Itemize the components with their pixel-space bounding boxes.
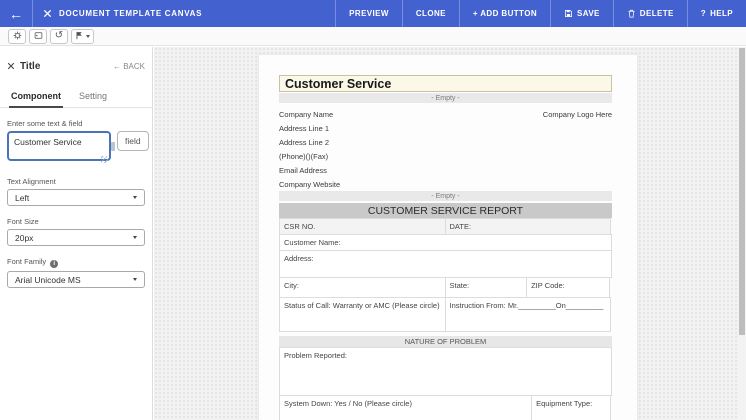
empty-placeholder-component[interactable]: - Empty - <box>279 93 612 103</box>
empty-placeholder-component[interactable]: - Empty - <box>279 191 612 201</box>
city-cell: City: <box>279 277 446 298</box>
address-cell: Address: <box>279 250 612 278</box>
add-button-button[interactable]: + ADD BUTTON <box>459 0 550 27</box>
equipment-type-cell: Equipment Type: <box>531 395 611 420</box>
font-size-label: Font Size <box>7 217 145 226</box>
undo-button[interactable]: ↺ <box>50 29 68 44</box>
font-family-label: Font Familyi <box>7 257 145 268</box>
component-icon <box>7 57 15 75</box>
icon-toolbar: ↺ <box>0 27 746 46</box>
gear-icon <box>13 27 22 45</box>
drag-handle[interactable] <box>111 142 115 151</box>
sidebar-tabs: Component Setting <box>0 87 152 108</box>
status-of-call-cell: Status of Call: Warranty or AMC (Please … <box>279 297 446 332</box>
font-family-select[interactable]: Arial Unicode MS <box>7 271 145 288</box>
tab-component[interactable]: Component <box>9 87 63 108</box>
info-icon[interactable]: i <box>50 260 58 268</box>
device-icon <box>34 27 43 45</box>
flag-icon <box>75 27 84 45</box>
csr-no-cell: CSR NO. <box>279 218 446 235</box>
preview-button[interactable]: PREVIEW <box>335 0 402 27</box>
customer-name-cell: Customer Name: <box>279 234 612 251</box>
report-title-bar[interactable]: CUSTOMER SERVICE REPORT <box>279 203 612 218</box>
back-button[interactable]: ← <box>0 0 33 27</box>
save-icon <box>564 9 573 18</box>
save-button[interactable]: SAVE <box>550 0 613 27</box>
problem-reported-cell: Problem Reported: <box>279 347 612 396</box>
help-icon: ? <box>701 9 706 18</box>
insert-field-button[interactable]: field <box>117 131 149 151</box>
state-cell: State: <box>445 277 528 298</box>
undo-icon: ↺ <box>55 31 63 41</box>
chevron-down-icon <box>133 236 137 239</box>
zip-cell: ZIP Code: <box>526 277 610 298</box>
phone-fax-row[interactable]: (Phone)()(Fax) <box>279 149 612 163</box>
sidebar-back-link[interactable]: ← BACK <box>113 62 145 71</box>
resize-grip-icon[interactable] <box>101 156 108 163</box>
help-button[interactable]: ? HELP <box>687 0 746 27</box>
run-flag-button[interactable] <box>71 29 94 44</box>
instruction-from-cell: Instruction From: Mr._________On________… <box>445 297 612 332</box>
company-name-row[interactable]: Company Name Company Logo Here <box>279 107 612 121</box>
tools-icon <box>43 5 52 23</box>
date-cell: DATE: <box>445 218 612 235</box>
canvas-scrollbar[interactable] <box>738 47 746 420</box>
selected-component-title: Title <box>20 61 40 72</box>
settings-button[interactable] <box>8 29 26 44</box>
device-view-button[interactable] <box>29 29 47 44</box>
company-logo-placeholder[interactable]: Company Logo Here <box>543 110 612 119</box>
doc-title-component[interactable]: Customer Service <box>279 75 612 92</box>
topbar-actions: PREVIEW CLONE + ADD BUTTON SAVE DELETE ?… <box>335 0 746 27</box>
title-text-input[interactable]: Customer Service <box>7 131 111 161</box>
website-row[interactable]: Company Website <box>279 177 612 191</box>
app-title-group: DOCUMENT TEMPLATE CANVAS <box>33 0 212 27</box>
template-canvas: Customer Service - Empty - Company Name … <box>154 47 746 420</box>
back-arrow-icon: ← <box>9 6 23 22</box>
back-arrow-icon: ← <box>113 62 121 71</box>
alignment-label: Text Alignment <box>7 177 145 186</box>
address-line-2-row[interactable]: Address Line 2 <box>279 135 612 149</box>
top-bar: ← DOCUMENT TEMPLATE CANVAS PREVIEW CLONE… <box>0 0 746 27</box>
company-header-block: Company Name Company Logo Here Address L… <box>279 107 612 191</box>
delete-button[interactable]: DELETE <box>613 0 687 27</box>
chevron-down-icon <box>133 278 137 281</box>
component-sidebar: Title ← BACK Component Setting Enter som… <box>0 47 153 420</box>
document-page: Customer Service - Empty - Company Name … <box>258 54 638 420</box>
font-size-select[interactable]: 20px <box>7 229 145 246</box>
nature-of-problem-bar: NATURE OF PROBLEM <box>279 336 612 347</box>
report-table[interactable]: CSR NO. DATE: Customer Name: Address: Ci… <box>279 218 612 420</box>
sidebar-header: Title ← BACK <box>7 57 145 75</box>
chevron-down-icon <box>133 196 137 199</box>
tab-setting[interactable]: Setting <box>77 87 109 107</box>
email-row[interactable]: Email Address <box>279 163 612 177</box>
alignment-select[interactable]: Left <box>7 189 145 206</box>
page-title: DOCUMENT TEMPLATE CANVAS <box>59 9 202 18</box>
scrollbar-thumb[interactable] <box>739 48 745 335</box>
trash-icon <box>627 9 636 18</box>
text-field-label: Enter some text & field <box>7 119 145 128</box>
clone-button[interactable]: CLONE <box>402 0 459 27</box>
address-line-1-row[interactable]: Address Line 1 <box>279 121 612 135</box>
system-down-cell: System Down: Yes / No (Please circle) <box>279 395 532 420</box>
chevron-down-icon <box>86 35 90 38</box>
